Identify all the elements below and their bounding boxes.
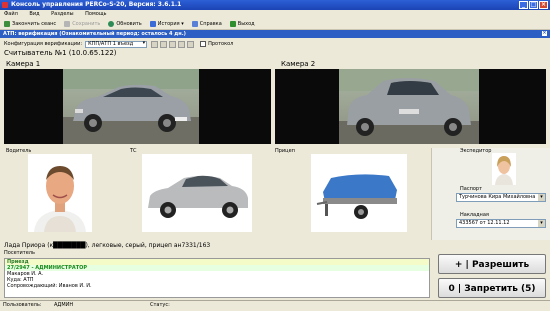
- camera-2-car-image: [339, 69, 479, 144]
- help-label: Справка: [199, 20, 222, 27]
- menu-sections[interactable]: Разделы: [51, 11, 73, 17]
- trailer-section-label: Прицеп: [275, 148, 295, 154]
- trailer-image: [311, 154, 407, 232]
- refresh-icon: [108, 20, 115, 27]
- camera-1-label: Камера 1: [6, 60, 41, 68]
- visitor-line: Сопровождающий: Иванов И. И.: [7, 283, 92, 289]
- window-titlebar: Консоль управления PERCo-S-20, Версия: 3…: [0, 0, 550, 10]
- history-button[interactable]: История ▾: [149, 20, 184, 27]
- app-icon: [2, 2, 8, 8]
- help-icon: [191, 20, 198, 27]
- invoice-value: 433567 от 12.11.12: [459, 220, 510, 226]
- driver-image: [28, 154, 92, 232]
- config-label: Конфигурация верификации:: [4, 41, 83, 47]
- config-select[interactable]: КПП/АТП 1 въезд: [85, 40, 148, 48]
- config-edit-icon[interactable]: [160, 40, 168, 48]
- end-session-label: Закончить сеанс: [12, 20, 57, 27]
- end-session-icon: [4, 20, 10, 27]
- config-add-icon[interactable]: [151, 40, 159, 48]
- status-user-value: АДМИН: [54, 302, 74, 308]
- toolbar: Закончить сеанс Сохранить Обновить Истор…: [0, 18, 550, 30]
- config-delete-icon[interactable]: [178, 40, 186, 48]
- expeditor-panel: Экспедитор Паспорт Турчинова Кира Михайл…: [431, 148, 550, 240]
- camera-1-car-image: [63, 69, 199, 144]
- refresh-button[interactable]: Обновить: [108, 20, 142, 27]
- refresh-label: Обновить: [116, 20, 142, 27]
- banner-text: АТП: верификация (Ознакомительный период…: [3, 31, 186, 37]
- camera-2-image: [339, 69, 479, 144]
- passport-field[interactable]: Турчинова Кира Михайловна ▾: [456, 193, 546, 202]
- history-dropdown-icon[interactable]: ▾: [180, 21, 184, 27]
- passport-label: Паспорт: [460, 186, 482, 192]
- deny-button[interactable]: 0 | Запретить (5): [438, 278, 546, 298]
- protocol-checkbox[interactable]: [200, 41, 207, 47]
- vehicle-section-label: ТС: [130, 148, 137, 154]
- expeditor-photo: [492, 153, 516, 185]
- config-settings-icon[interactable]: [187, 40, 195, 48]
- camera-2-label: Камера 2: [281, 60, 316, 68]
- exit-label: Выход: [237, 20, 255, 27]
- history-label: История: [157, 20, 180, 27]
- driver-photo: [28, 154, 92, 232]
- maximize-button[interactable]: □: [529, 1, 538, 9]
- menu-file[interactable]: Файл: [4, 11, 18, 17]
- vehicle-photo: [142, 154, 252, 232]
- expeditor-image: [492, 153, 516, 185]
- menu-help[interactable]: Помощь: [85, 11, 106, 17]
- trailer-photo: [311, 154, 407, 232]
- exit-button[interactable]: Выход: [229, 20, 255, 27]
- allow-button[interactable]: + | Разрешить: [438, 254, 546, 274]
- protocol-label: Протокол: [208, 41, 234, 47]
- vehicle-description: Лада Приора (к███████), легковые, серый,…: [4, 242, 211, 249]
- history-icon: [149, 20, 156, 27]
- invoice-dropdown-icon[interactable]: ▾: [538, 220, 545, 227]
- close-button[interactable]: ×: [539, 1, 548, 9]
- menu-bar: Файл Вид Разделы Помощь: [0, 10, 550, 18]
- camera-2-view: [275, 69, 546, 144]
- expeditor-label: Экспедитор: [460, 148, 492, 154]
- visitor-list[interactable]: Приезд 27/2947 - АДМИНИСТРАТОР Макаров И…: [4, 258, 430, 298]
- config-copy-icon[interactable]: [169, 40, 177, 48]
- passport-value: Турчинова Кира Михайловна: [459, 194, 536, 200]
- status-user-label: Пользователь:: [3, 302, 42, 308]
- save-button[interactable]: Сохранить: [64, 20, 101, 27]
- window-title: Консоль управления PERCo-S-20, Версия: 3…: [11, 1, 182, 8]
- section-banner: АТП: верификация (Ознакомительный период…: [0, 30, 550, 38]
- invoice-label: Накладная: [460, 212, 489, 218]
- banner-close-icon[interactable]: ×: [542, 31, 547, 36]
- end-session-button[interactable]: Закончить сеанс: [4, 20, 57, 27]
- camera-1-image: [63, 69, 199, 144]
- help-button[interactable]: Справка: [191, 20, 222, 27]
- visitor-label: Посетитель: [4, 250, 35, 256]
- exit-icon: [229, 20, 236, 27]
- reader-title: Считыватель №1 (10.0.65.122): [4, 49, 117, 57]
- minimize-button[interactable]: _: [519, 1, 528, 9]
- menu-view[interactable]: Вид: [29, 11, 39, 17]
- save-label: Сохранить: [72, 20, 101, 27]
- camera-1-view: [4, 69, 271, 144]
- invoice-field[interactable]: 433567 от 12.11.12 ▾: [456, 219, 546, 228]
- status-label: Статус:: [150, 302, 170, 308]
- passport-dropdown-icon[interactable]: ▾: [538, 194, 545, 201]
- save-icon: [64, 20, 71, 27]
- config-row: Конфигурация верификации: КПП/АТП 1 въез…: [0, 39, 550, 49]
- vehicle-image: [142, 154, 252, 232]
- status-bar: Пользователь: АДМИН Статус:: [0, 300, 550, 311]
